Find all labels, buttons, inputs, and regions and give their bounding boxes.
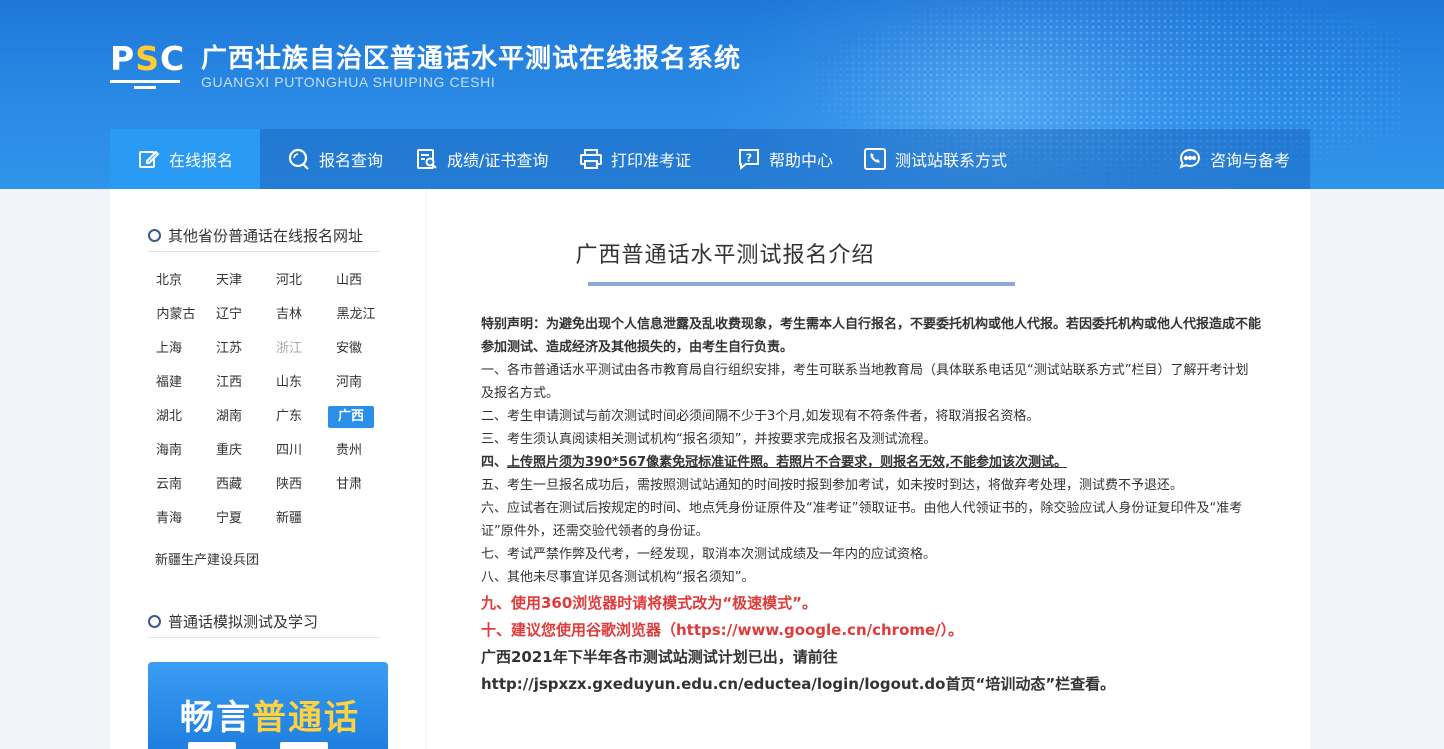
logo-underline-small (134, 86, 156, 89)
rule-4: 四、上传照片须为390*567像素免冠标准证件照。若照片不合要求，则报名无效,不… (481, 451, 1261, 474)
edit-icon (137, 147, 161, 171)
province-link[interactable]: 河北 (266, 270, 312, 292)
nav-label: 帮助中心 (769, 151, 834, 170)
province-link[interactable]: 天津 (206, 270, 252, 292)
rule-6: 六、应试者在测试后按规定的时间、地点凭身份证原件及“准考证”领取证书。由他人代领… (481, 501, 1243, 539)
province-link[interactable]: 新疆 (266, 508, 312, 530)
nav-item-online-registration[interactable]: 在线报名 (110, 129, 260, 189)
province-link[interactable]: 江西 (206, 372, 252, 394)
province-link[interactable]: 吉林 (266, 304, 312, 326)
province-link[interactable]: 河南 (326, 372, 372, 394)
study-title-text: 普通话模拟测试及学习 (168, 613, 319, 631)
province-link[interactable]: 江苏 (206, 338, 252, 360)
circle-bullet-icon (148, 229, 161, 242)
province-link[interactable]: 湖南 (206, 406, 252, 428)
banner-text-part2: 普通话 (252, 698, 360, 738)
province-link[interactable]: 重庆 (206, 440, 252, 462)
province-link[interactable]: 安徽 (326, 338, 372, 360)
province-link[interactable]: 海南 (146, 440, 192, 462)
site-title: 广西壮族自治区普通话水平测试在线报名系统 (201, 44, 742, 74)
province-link[interactable]: 福建 (146, 372, 192, 394)
header-banner: PSC 广西壮族自治区普通话水平测试在线报名系统 GUANGXI PUTONGH… (0, 0, 1444, 189)
svg-text:?: ? (746, 152, 752, 165)
province-link[interactable]: 陕西 (266, 474, 312, 496)
province-link[interactable]: 青海 (146, 508, 192, 530)
nav-item-score-certificate[interactable]: 成绩/证书查询 (415, 129, 548, 189)
study-section-title: 普通话模拟测试及学习 (148, 611, 318, 632)
rule-10: 十、建议您使用谷歌浏览器（https://www.google.cn/chrom… (481, 621, 964, 639)
province-link[interactable]: 甘肃 (326, 474, 372, 496)
logo-letter-s: S (135, 39, 160, 78)
sidebar: 其他省份普通话在线报名网址 北京 天津 河北 山西 内蒙古 辽宁 吉林 黑龙江 … (110, 189, 426, 749)
psc-logo: PSC (110, 39, 184, 90)
rule-9: 九、使用360浏览器时请将模式改为“极速模式”。 (481, 594, 818, 612)
title-underline (588, 282, 1015, 286)
province-link[interactable]: 贵州 (326, 440, 372, 462)
province-link[interactable]: 上海 (146, 338, 192, 360)
changyan-banner[interactable]: 畅言普通话 (148, 662, 388, 749)
rule-4-text: 上传照片须为390*567像素免冠标准证件照。若照片不合要求，则报名无效,不能参… (507, 455, 1068, 470)
nav-label: 在线报名 (168, 151, 233, 170)
search-icon (287, 147, 311, 171)
province-link[interactable]: 北京 (146, 270, 192, 292)
province-link[interactable]: 西藏 (206, 474, 252, 496)
nav-label: 报名查询 (319, 151, 384, 170)
rule-5: 五、考生一旦报名成功后，需按照测试站通知的时间按时报到参加考试，如未按时到达，将… (481, 478, 1184, 493)
rule-4-prefix: 四、 (481, 455, 508, 470)
province-link[interactable]: 黑龙江 (331, 304, 381, 326)
nav-label: 打印准考证 (611, 151, 692, 170)
nav-item-consultation[interactable]: 咨询与备考 (1178, 129, 1290, 189)
rule-7: 七、考试严禁作弊及代考，一经发现，取消本次测试成绩及一年内的应试资格。 (481, 547, 937, 562)
province-link[interactable]: 辽宁 (206, 304, 252, 326)
corps-link[interactable]: 新疆生产建设兵团 (155, 549, 259, 568)
main-nav: 在线报名 报名查询 成绩/证书查询 打印准考证 ? 帮助中心 测试站联系方式 咨… (110, 129, 1310, 189)
logo-underline (110, 80, 180, 83)
province-link-disabled: 浙江 (275, 341, 302, 356)
nav-label: 测试站联系方式 (895, 151, 1008, 170)
nav-item-test-station-contact[interactable]: 测试站联系方式 (863, 129, 1007, 189)
province-link-current[interactable]: 广西 (328, 406, 374, 428)
printer-icon (579, 147, 603, 171)
nav-label: 成绩/证书查询 (447, 151, 549, 170)
province-link[interactable]: 四川 (266, 440, 312, 462)
divider (148, 251, 380, 252)
logo-letter-c: C (159, 39, 186, 78)
circle-bullet-icon (148, 615, 161, 628)
province-link[interactable]: 山东 (266, 372, 312, 394)
nav-label: 咨询与备考 (1210, 151, 1291, 170)
page-title: 广西普通话水平测试报名介绍 (575, 243, 875, 268)
chat-icon (1178, 147, 1202, 171)
divider (148, 637, 380, 638)
banner-text-part1: 畅言 (180, 698, 252, 738)
provinces-title-text: 其他省份普通话在线报名网址 (168, 227, 364, 245)
nav-item-registration-query[interactable]: 报名查询 (287, 129, 383, 189)
rule-1: 一、各市普通话水平测试由各市教育局自行组织安排，考生可联系当地教育局（具体联系电… (481, 363, 1249, 401)
banner-decoration (188, 742, 338, 749)
nav-item-print-admission[interactable]: 打印准考证 (579, 129, 691, 189)
province-link[interactable]: 山西 (326, 270, 372, 292)
rule-8: 八、其他未尽事宜详见各测试机构“报名须知”。 (481, 570, 755, 585)
province-link[interactable]: 宁夏 (206, 508, 252, 530)
special-statement: 特别声明：为避免出现个人信息泄露及乱收费现象，考生需本人自行报名，不要委托机构或… (481, 317, 1262, 355)
rule-3: 三、考生须认真阅读相关测试机构“报名须知”，并按要求完成报名及测试流程。 (481, 432, 937, 447)
rule-2: 二、考生申请测试与前次测试时间必须间隔不少于3个月,如发现有不符条件者，将取消报… (481, 409, 1040, 424)
site-subtitle: GUANGXI PUTONGHUA SHUIPING CESHI (201, 74, 496, 90)
province-link[interactable]: 湖北 (146, 406, 192, 428)
help-icon: ? (737, 147, 761, 171)
province-link[interactable]: 云南 (146, 474, 192, 496)
phone-icon (863, 147, 887, 171)
main-content: 广西普通话水平测试报名介绍 特别声明：为避免出现个人信息泄露及乱收费现象，考生需… (427, 189, 1310, 749)
provinces-section-title: 其他省份普通话在线报名网址 (148, 225, 363, 246)
plan-notice: 广西2021年下半年各市测试站测试计划已出，请前往http://jspxzx.g… (481, 648, 1116, 693)
logo-letter-p: P (110, 39, 136, 78)
province-link[interactable]: 内蒙古 (151, 304, 201, 326)
province-link[interactable]: 广东 (266, 406, 312, 428)
nav-item-help-center[interactable]: ? 帮助中心 (737, 129, 833, 189)
certificate-search-icon (415, 147, 439, 171)
